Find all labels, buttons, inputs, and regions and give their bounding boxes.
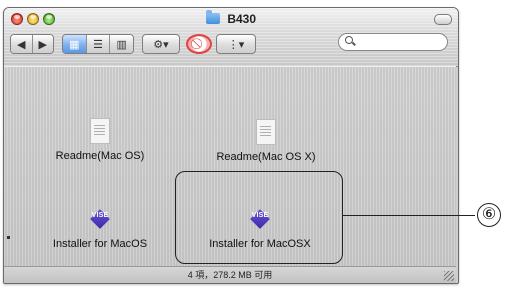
list-view-button[interactable]: ☰ <box>86 35 111 53</box>
search-icon <box>345 36 353 44</box>
titlebar: B430 ◀ ▶ ▦ ☰ ▥ ⚙▾ ⃠ ⋮▾ <box>4 8 458 67</box>
view-mode-control: ▦ ☰ ▥ <box>62 34 134 54</box>
callout-line <box>343 215 475 216</box>
arrange-icon: ⋮▾ <box>227 38 245 51</box>
back-button[interactable]: ◀ <box>11 35 33 53</box>
vise-icon-text: VISE <box>91 212 109 219</box>
document-icon <box>90 118 110 144</box>
forward-icon: ▶ <box>38 38 47 51</box>
vise-installer-icon: VISE <box>85 210 115 232</box>
highlight-box <box>175 171 343 264</box>
column-view-button[interactable]: ▥ <box>110 35 133 53</box>
burn-button[interactable]: ⃠ <box>186 34 212 54</box>
search-input[interactable] <box>359 35 443 51</box>
icon-view-icon: ▦ <box>69 38 80 51</box>
toolbar-toggle-button[interactable] <box>434 14 452 25</box>
arrange-menu-button[interactable]: ⋮▾ <box>216 34 256 54</box>
back-icon: ◀ <box>17 38 26 51</box>
status-bar: 4 項，278.2 MB 可用 <box>4 266 456 283</box>
file-item-readme-mac-os[interactable]: Readme(Mac OS) <box>30 118 170 162</box>
document-icon <box>256 119 276 145</box>
sidebar-resize-handle[interactable] <box>7 236 10 239</box>
file-label: Installer for MacOS <box>52 238 148 250</box>
file-item-readme-mac-os-x[interactable]: Readme(Mac OS X) <box>196 119 336 163</box>
column-view-icon: ▥ <box>116 38 127 51</box>
status-text: 4 項，278.2 MB 可用 <box>187 270 273 280</box>
file-label: Readme(Mac OS X) <box>216 151 316 163</box>
resize-grip[interactable] <box>444 271 454 281</box>
folder-icon <box>205 10 220 24</box>
back-forward-control: ◀ ▶ <box>10 34 54 54</box>
file-label: Readme(Mac OS) <box>55 150 145 162</box>
window-title: B430 <box>4 10 458 26</box>
file-item-installer-macos[interactable]: VISE Installer for MacOS <box>30 210 170 250</box>
icon-view-button[interactable]: ▦ <box>63 35 87 53</box>
list-view-icon: ☰ <box>93 38 103 51</box>
gear-icon: ⚙▾ <box>153 38 169 51</box>
forward-button[interactable]: ▶ <box>32 35 53 53</box>
callout-number: ⑥ <box>477 203 501 227</box>
window-title-text: B430 <box>227 12 257 26</box>
search-field[interactable] <box>338 33 448 51</box>
action-menu-button[interactable]: ⚙▾ <box>142 34 180 54</box>
